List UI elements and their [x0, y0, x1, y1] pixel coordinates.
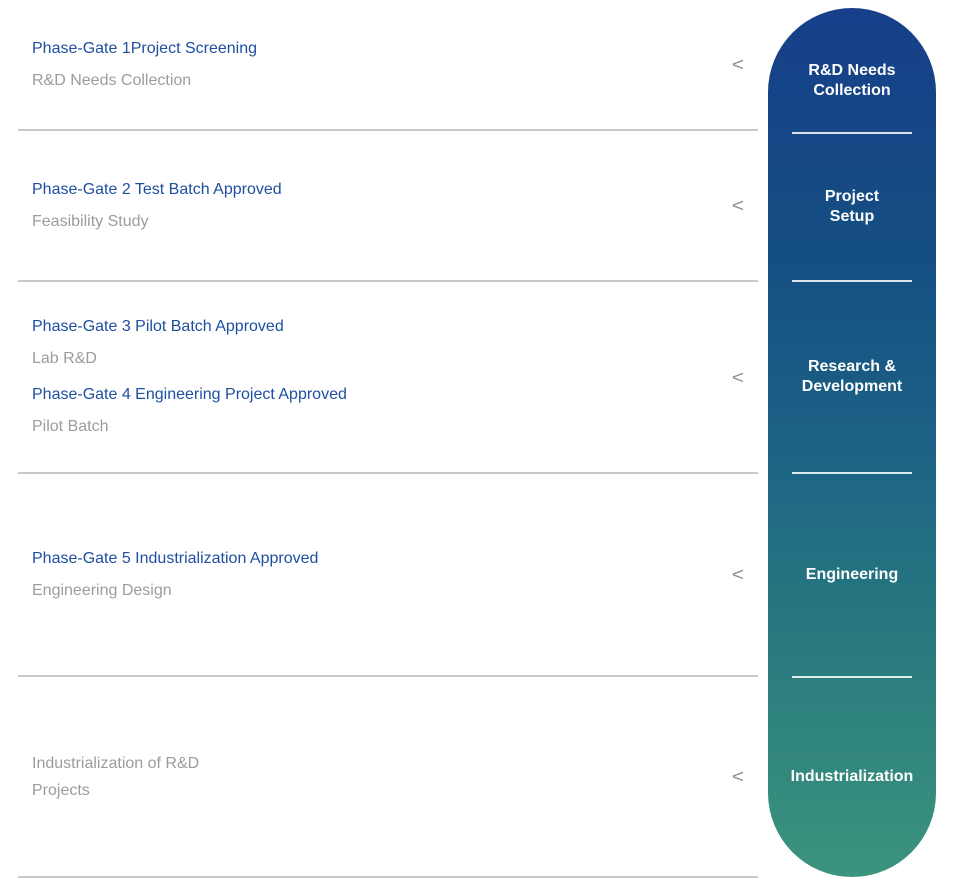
gate-subtitle: Lab R&D	[32, 347, 732, 371]
chevron-left-icon[interactable]: <	[732, 368, 744, 387]
gate-title-link[interactable]: Phase-Gate 3 Pilot Batch Approved	[32, 315, 732, 339]
row-description-text: Industrialization of R&D Projects	[32, 750, 244, 804]
row-content: Phase-Gate 3 Pilot Batch Approved Lab R&…	[18, 315, 732, 439]
gate-subtitle: Engineering Design	[32, 579, 732, 603]
stage-band-engineering: Engineering	[768, 473, 936, 677]
phase-gate-rows: Phase-Gate 1Project Screening R&D Needs …	[18, 0, 758, 878]
gate-item: Phase-Gate 3 Pilot Batch Approved Lab R&…	[32, 315, 732, 371]
stage-band-industrialization: Industrialization	[768, 677, 936, 877]
chevron-left-icon[interactable]: <	[732, 196, 744, 215]
row-engineering: Phase-Gate 5 Industrialization Approved …	[18, 474, 758, 677]
gate-title-link[interactable]: Phase-Gate 1Project Screening	[32, 37, 732, 61]
chevron-left-icon[interactable]: <	[732, 565, 744, 584]
gate-title-link[interactable]: Phase-Gate 5 Industrialization Approved	[32, 547, 732, 571]
row-industrialization: Industrialization of R&D Projects <	[18, 677, 758, 878]
gate-title-link[interactable]: Phase-Gate 2 Test Batch Approved	[32, 178, 732, 202]
stage-band-project-setup: Project Setup	[768, 133, 936, 281]
gate-subtitle: Feasibility Study	[32, 210, 732, 234]
gate-item: Phase-Gate 4 Engineering Project Approve…	[32, 383, 732, 439]
row-rd-needs-collection: Phase-Gate 1Project Screening R&D Needs …	[18, 0, 758, 131]
stage-band-rd-needs-collection: R&D Needs Collection	[768, 8, 936, 133]
gate-item: Phase-Gate 5 Industrialization Approved …	[32, 547, 732, 603]
row-content: Industrialization of R&D Projects	[18, 750, 732, 804]
row-project-setup: Phase-Gate 2 Test Batch Approved Feasibi…	[18, 131, 758, 282]
gate-item: Phase-Gate 2 Test Batch Approved Feasibi…	[32, 178, 732, 234]
row-content: Phase-Gate 2 Test Batch Approved Feasibi…	[18, 178, 732, 234]
row-research-development: Phase-Gate 3 Pilot Batch Approved Lab R&…	[18, 282, 758, 474]
gate-title-link[interactable]: Phase-Gate 4 Engineering Project Approve…	[32, 383, 732, 407]
gate-item: Phase-Gate 1Project Screening R&D Needs …	[32, 37, 732, 93]
row-content: Phase-Gate 5 Industrialization Approved …	[18, 547, 732, 603]
gate-subtitle: R&D Needs Collection	[32, 69, 732, 93]
chevron-left-icon[interactable]: <	[732, 767, 744, 786]
stage-band-research-development: Research & Development	[768, 281, 936, 473]
chevron-left-icon[interactable]: <	[732, 55, 744, 74]
gate-subtitle: Pilot Batch	[32, 415, 732, 439]
row-content: Phase-Gate 1Project Screening R&D Needs …	[18, 37, 732, 93]
stage-pill: R&D Needs Collection Project Setup Resea…	[768, 8, 936, 877]
rd-process-diagram: Phase-Gate 1Project Screening R&D Needs …	[0, 0, 970, 893]
